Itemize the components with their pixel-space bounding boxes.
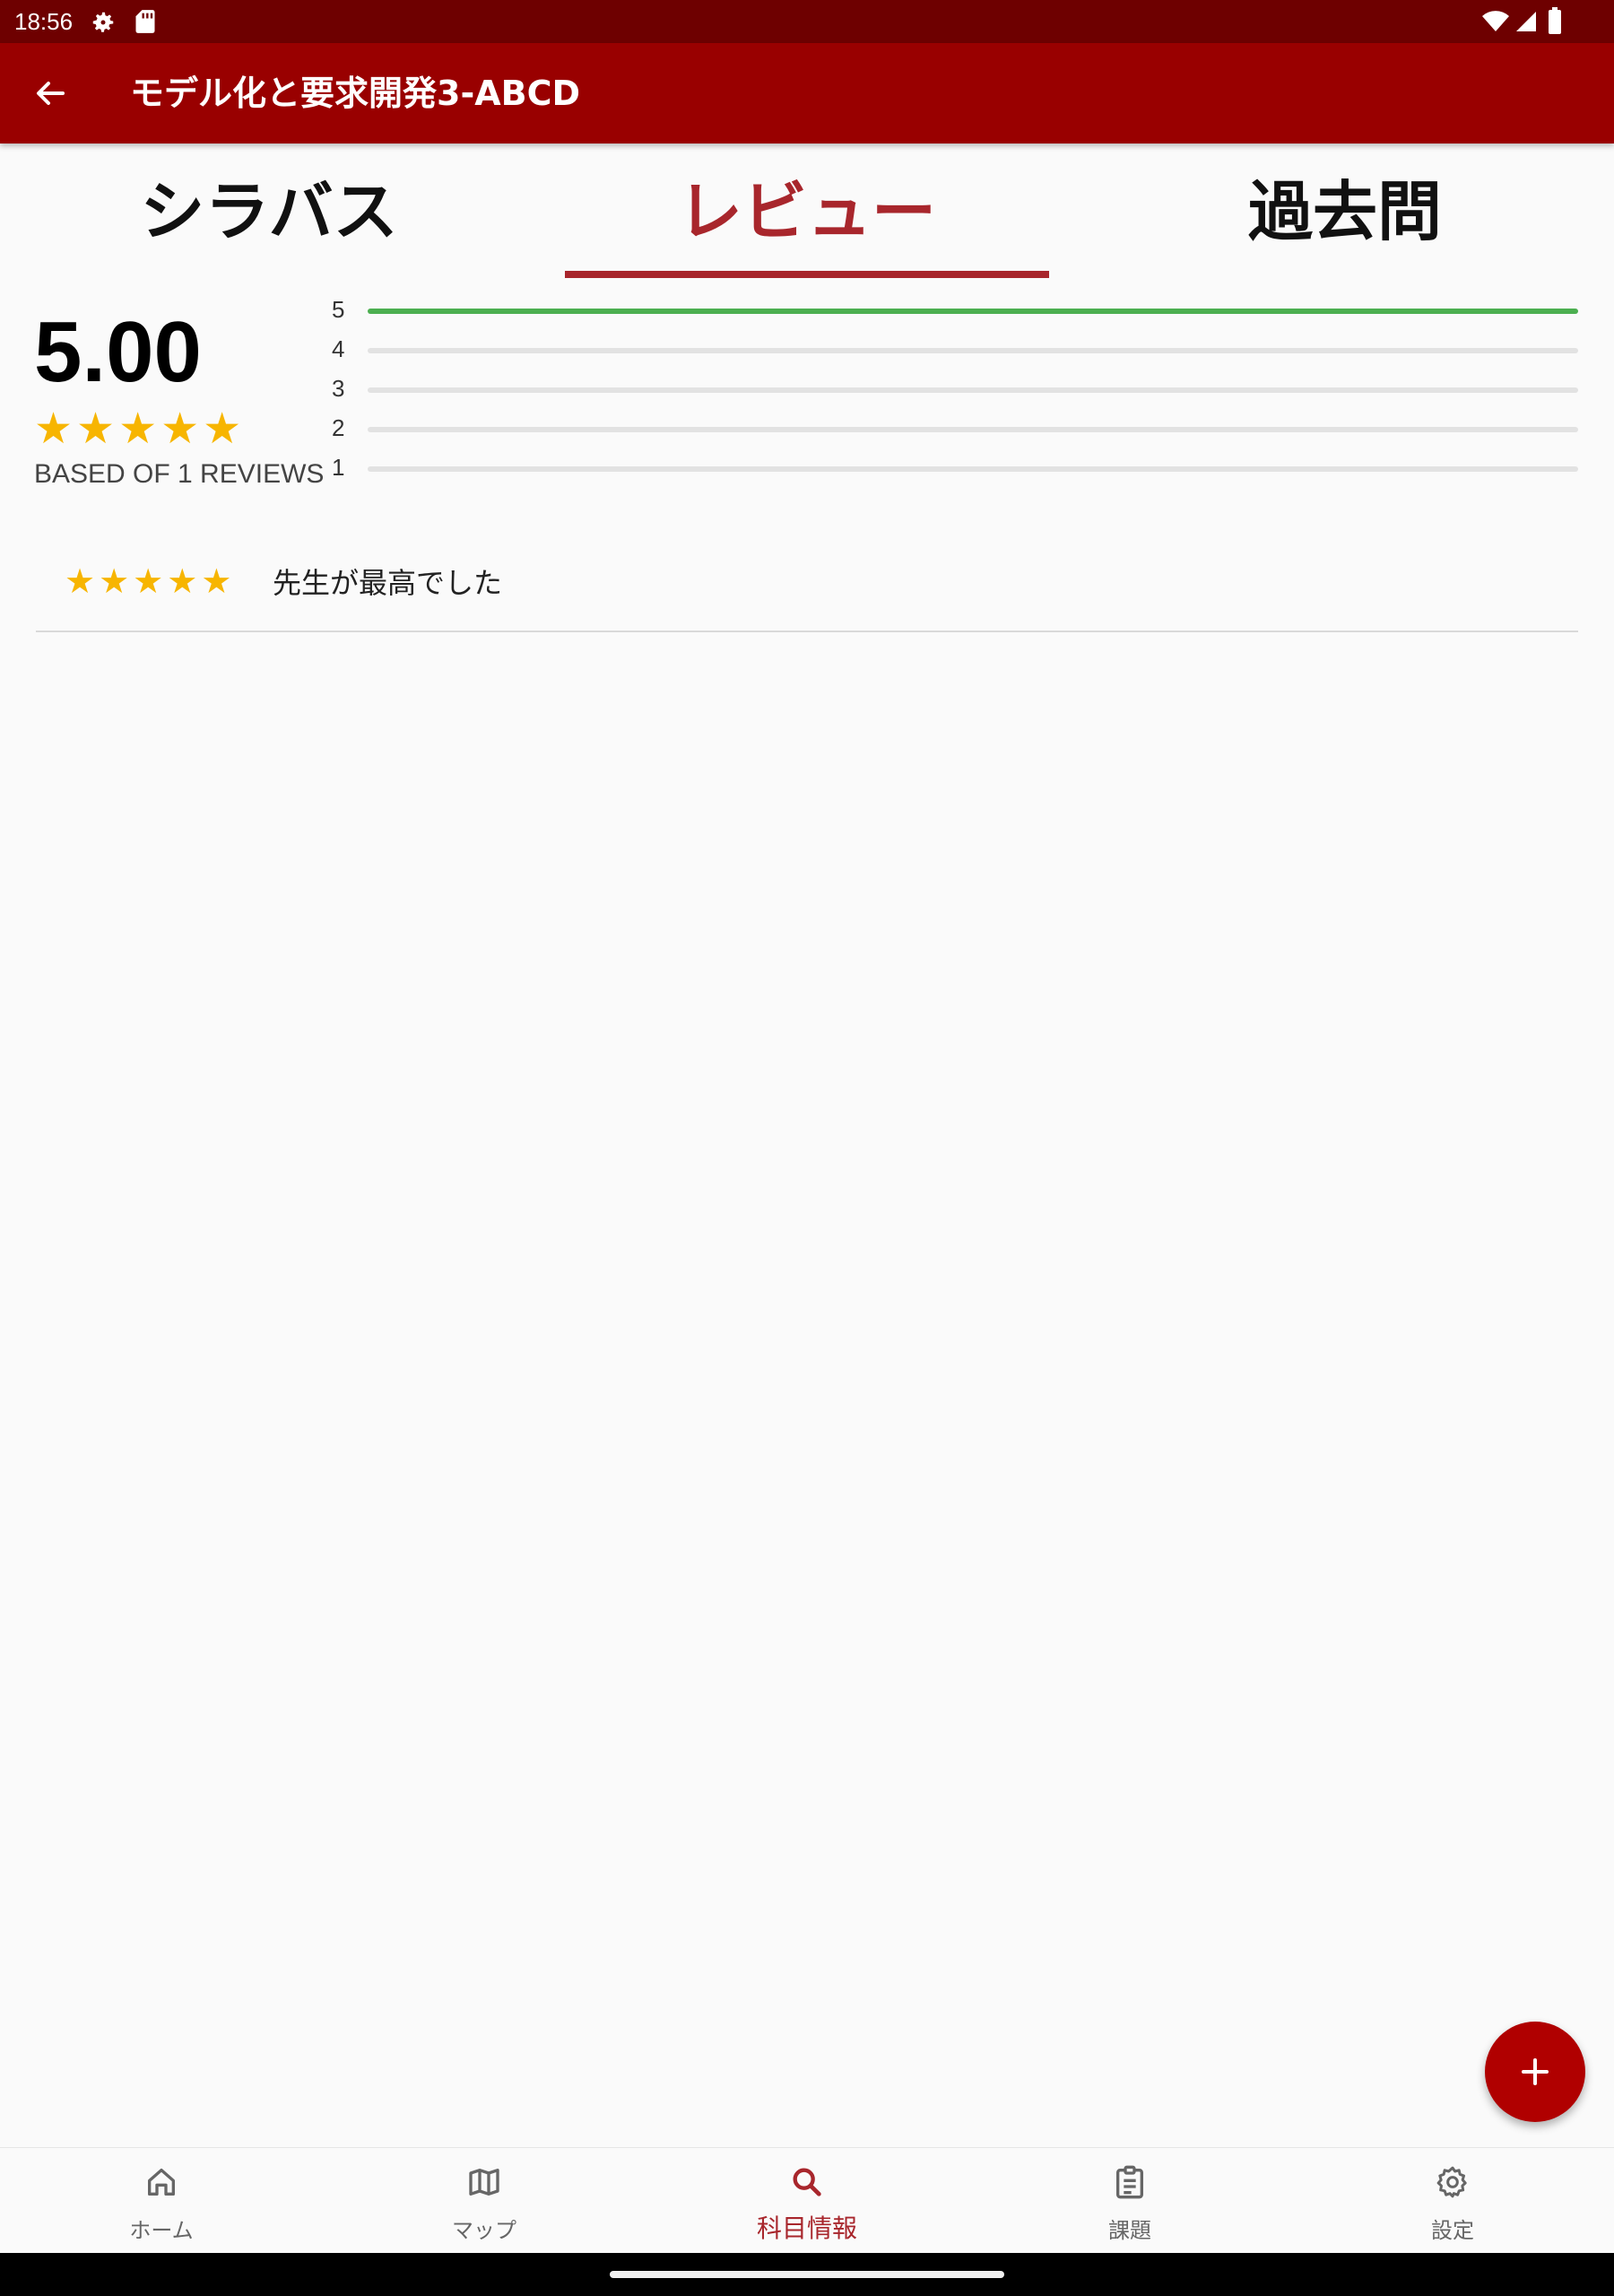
rating-bar-row: 3 xyxy=(332,371,1578,411)
star-icon: ★ xyxy=(133,561,164,601)
nav-item-assignments[interactable]: 課題 xyxy=(968,2148,1291,2254)
nav-label: 科目情報 xyxy=(756,2213,857,2243)
tab-past-exams[interactable]: 過去問 xyxy=(1076,144,1614,278)
tab-bar: シラバス レビュー 過去問 xyxy=(0,144,1614,278)
star-icon: ★ xyxy=(34,404,74,454)
gear-icon xyxy=(92,12,114,32)
star-icon: ★ xyxy=(118,404,158,454)
bottom-navigation: ホーム マップ 科目情報 課題 設定 xyxy=(0,2147,1614,2253)
plus-icon xyxy=(1522,2058,1549,2085)
search-icon xyxy=(793,2168,821,2196)
nav-item-course-info[interactable]: 科目情報 xyxy=(646,2148,968,2254)
rating-bar-row: 1 xyxy=(332,450,1578,490)
gear-icon xyxy=(1436,2166,1467,2198)
system-navigation-bar xyxy=(0,2253,1614,2296)
rating-bar-track xyxy=(368,427,1578,432)
gesture-handle[interactable] xyxy=(610,2271,1004,2278)
star-icon: ★ xyxy=(99,561,130,601)
nav-label: 課題 xyxy=(1108,2218,1151,2243)
rating-bar-label: 1 xyxy=(332,454,345,481)
rating-score: 5.00 xyxy=(34,304,202,400)
star-icon: ★ xyxy=(76,404,116,454)
status-time: 18:56 xyxy=(14,8,74,35)
rating-distribution: 5 4 3 2 1 xyxy=(332,292,1578,490)
nav-label: マップ xyxy=(452,2218,516,2243)
rating-bar-track xyxy=(368,387,1578,393)
nav-label: ホーム xyxy=(129,2218,194,2243)
rating-count: BASED OF 1 REVIEWS xyxy=(34,459,325,489)
review-item: ★ ★ ★ ★ ★ 先生が最高でした xyxy=(36,547,1578,632)
star-icon: ★ xyxy=(161,404,200,454)
nav-label: 設定 xyxy=(1431,2218,1474,2243)
tab-syllabus[interactable]: シラバス xyxy=(0,144,538,278)
nav-item-settings[interactable]: 設定 xyxy=(1291,2148,1614,2254)
star-icon: ★ xyxy=(203,404,242,454)
battery-icon xyxy=(1549,7,1561,34)
signal-icon xyxy=(1516,12,1536,31)
rating-bar-row: 4 xyxy=(332,332,1578,371)
rating-bar-track xyxy=(368,466,1578,472)
nav-item-map[interactable]: マップ xyxy=(323,2148,646,2254)
star-icon: ★ xyxy=(167,561,198,601)
status-bar: 18:56 xyxy=(0,0,1614,43)
tab-indicator xyxy=(565,271,1049,278)
rating-bar-label: 3 xyxy=(332,375,345,402)
review-stars: ★ ★ ★ ★ ★ xyxy=(65,563,231,599)
map-icon xyxy=(469,2169,499,2196)
tab-review[interactable]: レビュー xyxy=(565,144,1049,278)
rating-bar-fill xyxy=(368,309,1578,314)
rating-bar-label: 4 xyxy=(332,335,345,362)
clipboard-icon xyxy=(1116,2165,1143,2199)
rating-bar-track xyxy=(368,348,1578,353)
rating-bar-label: 2 xyxy=(332,414,345,441)
nav-item-home[interactable]: ホーム xyxy=(0,2148,323,2254)
app-bar: モデル化と要求開発3-ABCD xyxy=(0,43,1614,144)
rating-bar-track xyxy=(368,309,1578,314)
home-icon xyxy=(148,2169,175,2196)
arrow-back-icon[interactable] xyxy=(27,72,74,115)
sd-card-icon xyxy=(135,10,155,33)
rating-bar-label: 5 xyxy=(332,296,345,323)
rating-bar-row: 5 xyxy=(332,292,1578,332)
page-title: モデル化と要求開発3-ABCD xyxy=(130,74,581,113)
rating-bar-row: 2 xyxy=(332,411,1578,450)
wifi-icon xyxy=(1482,11,1509,32)
star-icon: ★ xyxy=(65,561,96,601)
star-icon: ★ xyxy=(201,561,232,601)
review-text: 先生が最高でした xyxy=(273,566,503,600)
rating-stars: ★ ★ ★ ★ ★ xyxy=(34,405,241,452)
add-review-button[interactable] xyxy=(1485,2022,1585,2122)
